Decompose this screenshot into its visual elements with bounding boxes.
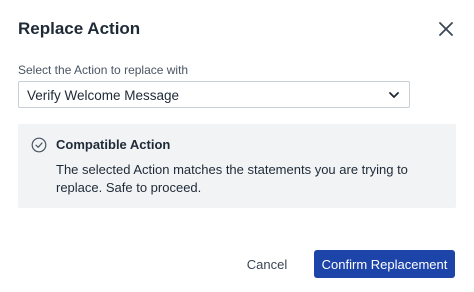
close-button[interactable] [436, 19, 456, 39]
check-circle-icon [31, 137, 47, 153]
dialog-title: Replace Action [18, 19, 141, 38]
confirm-replacement-button[interactable]: Confirm Replacement [314, 250, 455, 278]
compatibility-notice: Compatible Action The selected Action ma… [18, 124, 456, 208]
select-label: Select the Action to replace with [18, 63, 189, 77]
action-select[interactable]: Verify Welcome Message [18, 81, 410, 108]
notice-text: The selected Action matches the statemen… [56, 162, 408, 195]
replace-action-dialog: Replace Action Select the Action to repl… [0, 0, 474, 292]
dialog-header: Replace Action [18, 18, 460, 42]
chevron-down-icon [388, 89, 400, 101]
cancel-button[interactable]: Cancel [237, 250, 297, 278]
select-value: Verify Welcome Message [27, 88, 180, 103]
notice-title: Compatible Action [56, 137, 171, 152]
close-icon [439, 22, 453, 36]
